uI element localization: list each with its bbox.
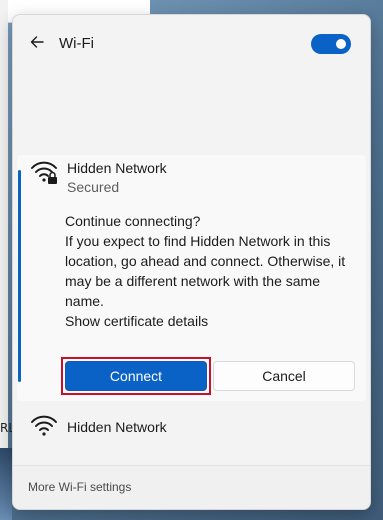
network-name: Hidden Network [67, 419, 167, 435]
connect-button[interactable]: Connect [65, 361, 207, 391]
network-status: Secured [67, 179, 120, 195]
more-wifi-settings-link[interactable]: More Wi-Fi settings [28, 480, 131, 494]
wifi-flyout-panel: Wi-Fi Hidden Network Secured Continue co… [12, 14, 371, 510]
wifi-lock-icon [29, 157, 59, 187]
connect-prompt: Continue connecting? If you expect to fi… [65, 211, 357, 331]
arrow-left-icon [29, 34, 45, 55]
cancel-button[interactable]: Cancel [213, 361, 355, 391]
background-window-edge [0, 0, 8, 520]
network-name: Hidden Network [67, 160, 167, 176]
desktop-wallpaper-strip [0, 448, 12, 520]
wifi-icon [29, 411, 59, 441]
page-title: Wi-Fi [59, 35, 94, 52]
toggle-knob [336, 39, 346, 49]
selection-indicator [18, 170, 21, 382]
network-item[interactable]: Hidden Network [17, 407, 366, 445]
panel-footer: More Wi-Fi settings [13, 465, 370, 509]
prompt-body: If you expect to find Hidden Network in … [65, 233, 346, 309]
network-item-expanded: Hidden Network Secured Continue connecti… [17, 155, 366, 401]
prompt-heading: Continue connecting? [65, 213, 201, 229]
back-button[interactable] [25, 32, 49, 56]
panel-header: Wi-Fi [13, 15, 370, 75]
show-certificate-link[interactable]: Show certificate details [65, 311, 357, 331]
wifi-toggle[interactable] [311, 34, 351, 54]
